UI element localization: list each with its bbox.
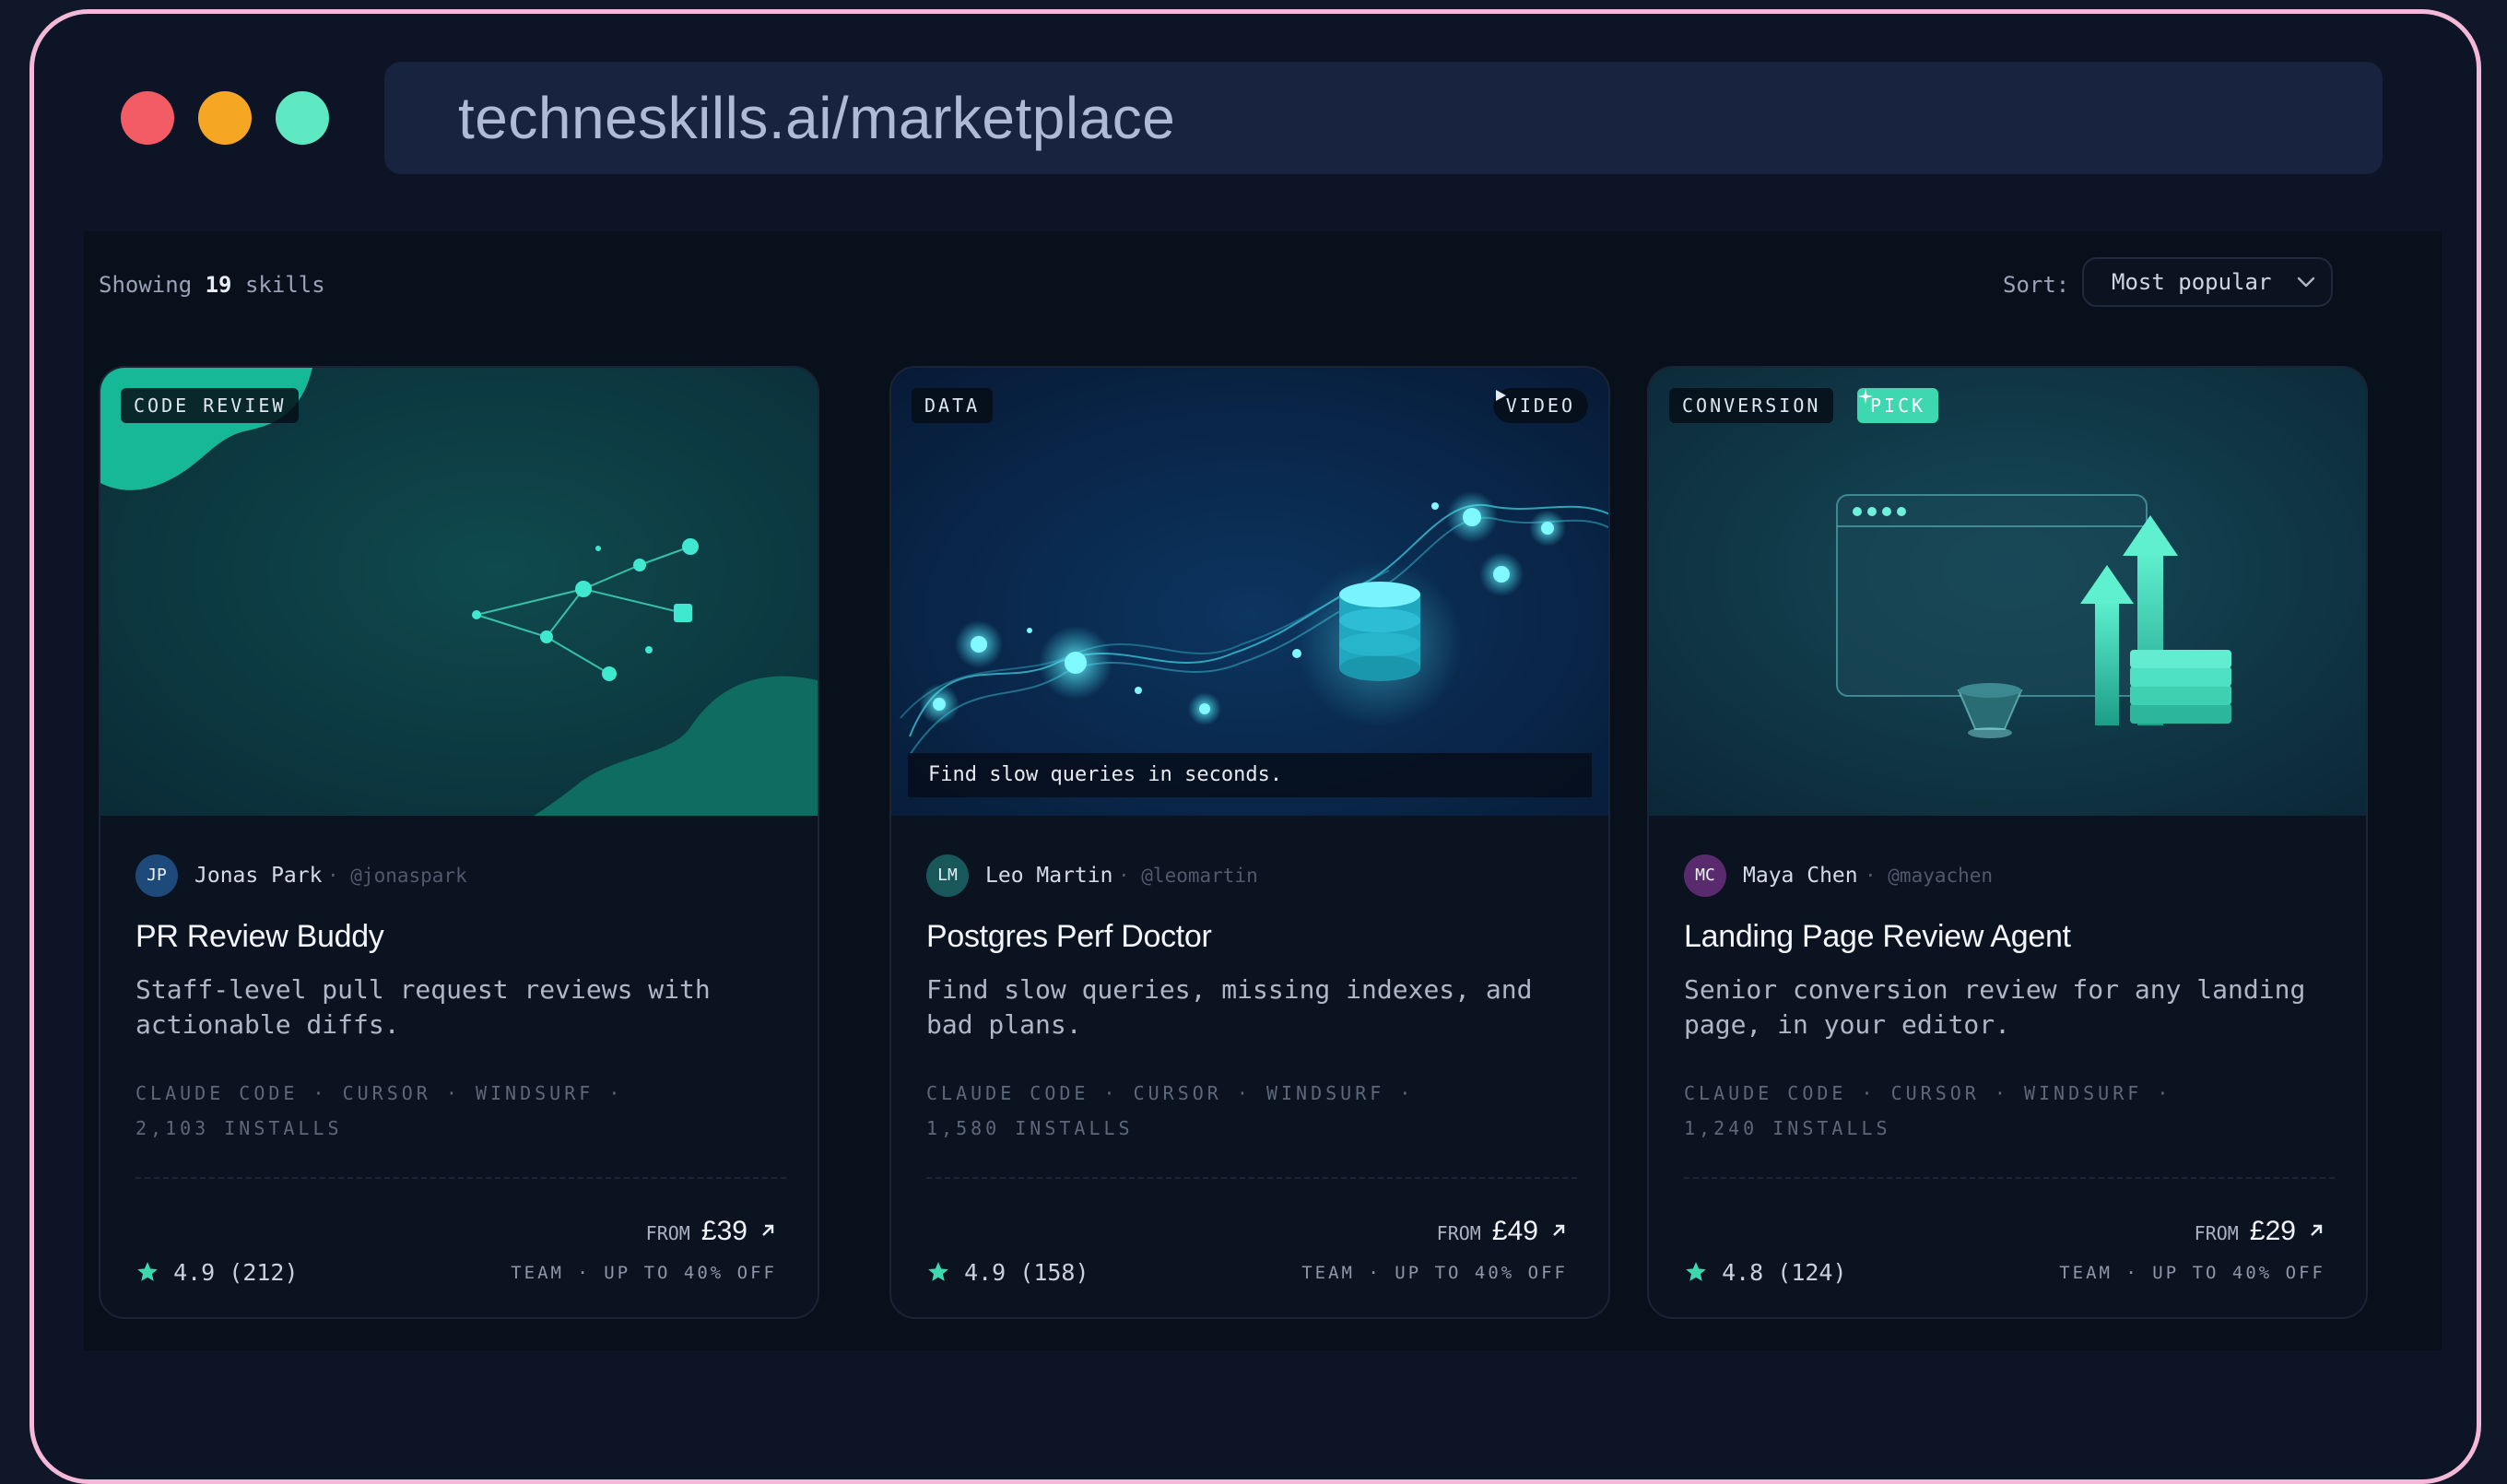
video-badge[interactable]: VIDEO: [1492, 388, 1588, 423]
category-badge: CONVERSION: [1669, 388, 1834, 423]
divider: [135, 1177, 786, 1179]
install-count: 2,103 INSTALLS: [135, 1117, 343, 1139]
skill-title[interactable]: Landing Page Review Agent: [1684, 919, 2071, 955]
avatar: LM: [926, 854, 969, 897]
price: £39: [700, 1216, 747, 1246]
category-badge: CODE REVIEW: [121, 388, 300, 423]
browser-window: techneskills.ai/marketplace Showing 19 s…: [29, 9, 2481, 1484]
maximize-window-button[interactable]: [276, 91, 329, 145]
skill-card-postgres-perf-doctor[interactable]: DATA VIDEO Find slow queries in seconds.…: [889, 366, 1610, 1319]
skill-card-pr-review-buddy[interactable]: CODE REVIEW JP Jonas Park · @jonaspark P…: [99, 366, 819, 1319]
author-handle: · @jonaspark: [327, 865, 467, 887]
divider: [926, 1177, 1577, 1179]
card-cover-image: CODE REVIEW: [100, 368, 818, 816]
price-link[interactable]: FROM £49: [1437, 1216, 1568, 1253]
minimize-window-button[interactable]: [198, 91, 252, 145]
showing-prefix: Showing: [99, 272, 193, 298]
divider: [1684, 1177, 2335, 1179]
rating: 4.9 (212): [135, 1254, 299, 1291]
skill-title[interactable]: PR Review Buddy: [135, 919, 384, 955]
price: £49: [1491, 1216, 1538, 1246]
skill-card-landing-page-review-agent[interactable]: CONVERSION PICK MC Maya Chen · @mayachen…: [1647, 366, 2368, 1319]
skill-description: Senior conversion review for any landing…: [1684, 974, 2306, 1040]
address-bar[interactable]: techneskills.ai/marketplace: [384, 62, 2383, 174]
star-icon: [1686, 1262, 1706, 1281]
category-badge: DATA: [912, 388, 994, 423]
team-discount: TEAM · UP TO 40% OFF: [511, 1263, 777, 1283]
platform-list: CLAUDE CODE · CURSOR · WINDSURF ·: [135, 1082, 624, 1104]
card-cover-video[interactable]: DATA VIDEO Find slow queries in seconds.: [891, 368, 1608, 816]
play-icon: [1495, 390, 1506, 401]
star-icon: [137, 1262, 158, 1281]
platform-list: CLAUDE CODE · CURSOR · WINDSURF ·: [1684, 1082, 2172, 1104]
arrow-up-right-icon: [762, 1224, 774, 1236]
rating: 4.8 (124): [1684, 1254, 1847, 1291]
card-cover-image: CONVERSION PICK: [1649, 368, 2366, 816]
rating-value: 4.9 (158): [964, 1259, 1089, 1286]
avatar: JP: [135, 854, 178, 897]
price-link[interactable]: FROM £29: [2195, 1216, 2325, 1253]
from-label: FROM: [2194, 1222, 2239, 1244]
price-link[interactable]: FROM £39: [646, 1216, 777, 1253]
author-handle: · @leomartin: [1118, 865, 1258, 887]
author-handle: · @mayachen: [1865, 865, 1994, 887]
author-name: Maya Chen: [1743, 864, 1858, 888]
author-name: Jonas Park: [194, 864, 323, 888]
from-label: FROM: [1436, 1222, 1481, 1244]
from-label: FROM: [645, 1222, 690, 1244]
sort-value: Most popular: [2112, 269, 2272, 295]
skill-meta: CLAUDE CODE · CURSOR · WINDSURF · 2,103 …: [135, 1076, 799, 1146]
results-count: Showing 19 skills: [99, 272, 325, 298]
price: £29: [2249, 1216, 2296, 1246]
rating: 4.9 (158): [926, 1254, 1089, 1291]
pick-badge: PICK: [1857, 388, 1939, 423]
install-count: 1,580 INSTALLS: [926, 1117, 1134, 1139]
install-count: 1,240 INSTALLS: [1684, 1117, 1891, 1139]
close-window-button[interactable]: [121, 91, 174, 145]
pick-label: PICK: [1870, 395, 1926, 417]
arrow-up-right-icon: [1553, 1224, 1565, 1236]
skill-count: 19: [205, 272, 232, 298]
rating-value: 4.9 (212): [173, 1259, 299, 1286]
skill-meta: CLAUDE CODE · CURSOR · WINDSURF · 1,240 …: [1684, 1076, 2348, 1146]
skill-title[interactable]: Postgres Perf Doctor: [926, 919, 1212, 955]
video-label: VIDEO: [1505, 395, 1575, 417]
sort-label: Sort:: [2003, 272, 2070, 298]
sort-select[interactable]: Most popular: [2082, 257, 2333, 307]
avatar: MC: [1684, 854, 1726, 897]
skill-description: Find slow queries, missing indexes, and …: [926, 974, 1533, 1040]
skill-description: Staff-level pull request reviews with ac…: [135, 974, 711, 1040]
star-icon: [928, 1262, 948, 1281]
skill-meta: CLAUDE CODE · CURSOR · WINDSURF · 1,580 …: [926, 1076, 1590, 1146]
marketplace-panel: Showing 19 skills Sort: Most popular COD…: [84, 231, 2442, 1350]
video-caption: Find slow queries in seconds.: [908, 753, 1592, 797]
platform-list: CLAUDE CODE · CURSOR · WINDSURF ·: [926, 1082, 1415, 1104]
showing-suffix: skills: [244, 272, 325, 298]
chevron-down-icon: [2297, 277, 2315, 288]
rating-value: 4.8 (124): [1722, 1259, 1847, 1286]
team-discount: TEAM · UP TO 40% OFF: [2059, 1263, 2325, 1283]
arrow-up-right-icon: [2311, 1224, 2323, 1236]
team-discount: TEAM · UP TO 40% OFF: [1301, 1263, 1568, 1283]
sparkle-icon: [1858, 389, 1873, 404]
author-name: Leo Martin: [985, 864, 1113, 888]
url-text: techneskills.ai/marketplace: [458, 85, 1176, 151]
